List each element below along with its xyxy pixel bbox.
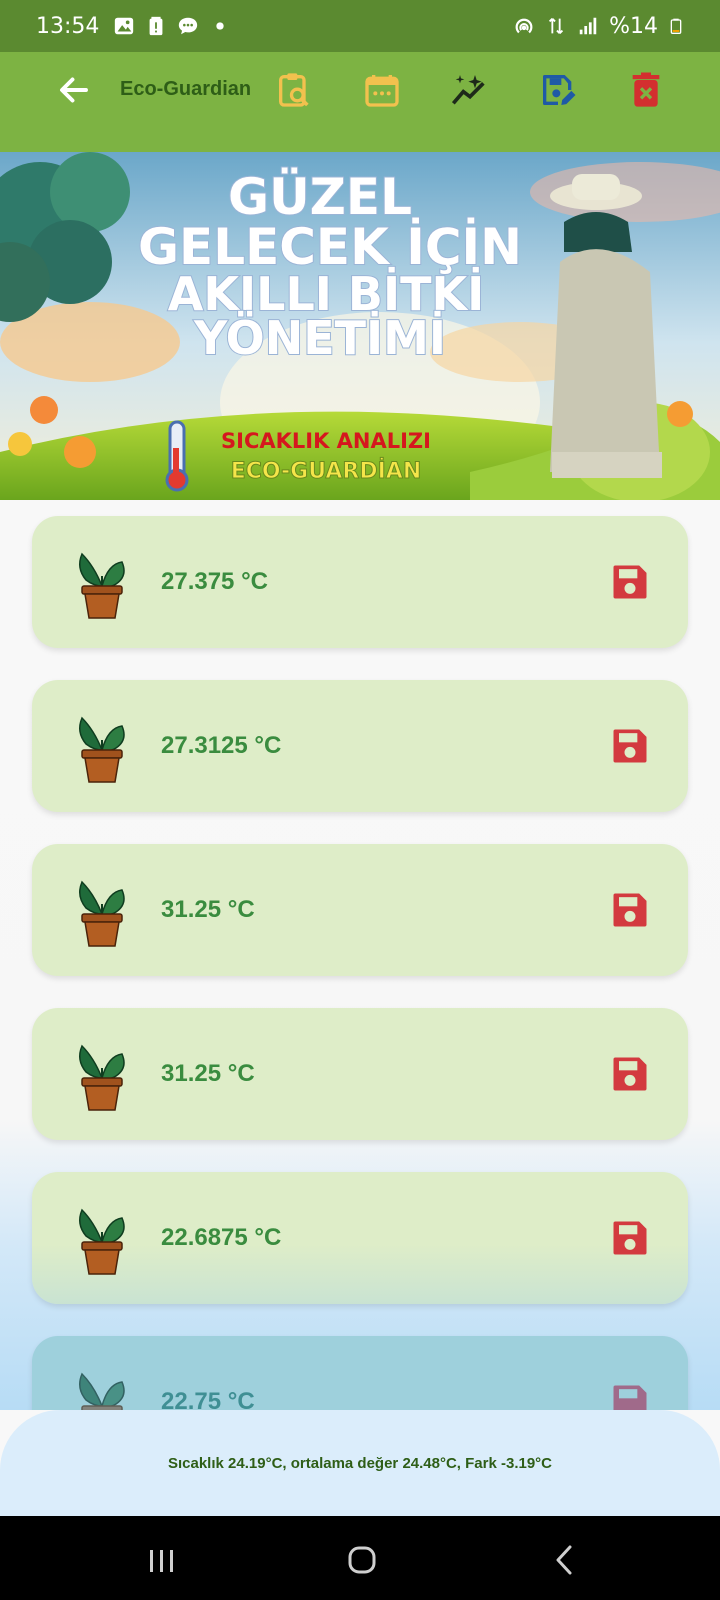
potted-plant-icon [79, 716, 125, 783]
app-title: Eco-Guardian [120, 78, 252, 100]
reading-card[interactable]: 27.3125 °C [32, 680, 688, 812]
reading-card[interactable]: 27.375 °C [32, 516, 688, 648]
potted-plant-icon [79, 1208, 125, 1275]
potted-plant-icon [79, 1372, 125, 1410]
save-icon[interactable] [608, 1052, 652, 1096]
reading-card[interactable]: 31.25 °C [32, 844, 688, 976]
temperature-value: 22.6875 °C [161, 1224, 282, 1251]
status-time: 13:54 [36, 13, 100, 39]
arrow-left-icon[interactable] [56, 72, 92, 108]
save-icon[interactable] [608, 1216, 652, 1260]
potted-plant-icon [79, 880, 125, 947]
data-arrows-icon [549, 18, 564, 34]
save-edit-icon[interactable] [538, 70, 578, 110]
summary-sheet: Sıcaklık 24.19°C, ortalama değer 24.48°C… [0, 1410, 720, 1516]
app-bar: Eco-Guardian [0, 52, 720, 152]
summary-text: Sıcaklık 24.19°C, ortalama değer 24.48°C… [167, 1454, 553, 1472]
potted-plant-icon [79, 552, 125, 619]
status-bar: 13:54 %14 [0, 0, 720, 52]
save-icon[interactable] [608, 1380, 652, 1410]
reading-card[interactable]: 22.75 °C [32, 1336, 688, 1410]
reading-card[interactable]: 22.6875 °C [32, 1172, 688, 1304]
banner-headline-4: YÖNETİMİ [193, 311, 446, 365]
temperature-list[interactable]: 27.375 °C 27.3125 °C 31.25 °C 31.25 °C 2… [0, 500, 720, 1410]
banner-subtitle: SICAKLIK ANALIZI [221, 429, 431, 453]
temperature-value: 31.25 °C [161, 896, 255, 923]
hero-banner: GÜZEL GELECEK İÇİN AKILLI BİTKİ YÖNETİMİ… [0, 152, 720, 500]
save-icon[interactable] [608, 724, 652, 768]
home-icon[interactable] [344, 1542, 380, 1578]
temperature-value: 22.75 °C [161, 1388, 255, 1410]
potted-plant-icon [79, 1044, 125, 1111]
save-icon[interactable] [608, 560, 652, 604]
gallery-icon [115, 17, 134, 35]
back-nav-icon[interactable] [548, 1542, 584, 1578]
signal-icon [579, 17, 597, 35]
calendar-icon[interactable] [362, 70, 402, 110]
temperature-value: 31.25 °C [161, 1060, 255, 1087]
banner-brand: ECO-GUARDİAN [231, 458, 422, 484]
temperature-value: 27.375 °C [161, 568, 269, 595]
message-icon [179, 17, 198, 35]
system-nav-bar [0, 1516, 720, 1600]
hotspot-icon [515, 18, 533, 34]
battery-alert-icon [149, 16, 163, 36]
chart-sparkle-icon[interactable] [450, 70, 490, 110]
battery-percent: %14 [609, 13, 658, 39]
temperature-value: 27.3125 °C [161, 732, 282, 759]
delete-icon[interactable] [626, 70, 666, 110]
battery-icon [670, 18, 682, 34]
save-icon[interactable] [608, 888, 652, 932]
reading-card[interactable]: 31.25 °C [32, 1008, 688, 1140]
dot-icon [216, 22, 225, 30]
recents-icon[interactable] [144, 1542, 180, 1578]
clipboard-search-icon[interactable] [274, 70, 314, 110]
